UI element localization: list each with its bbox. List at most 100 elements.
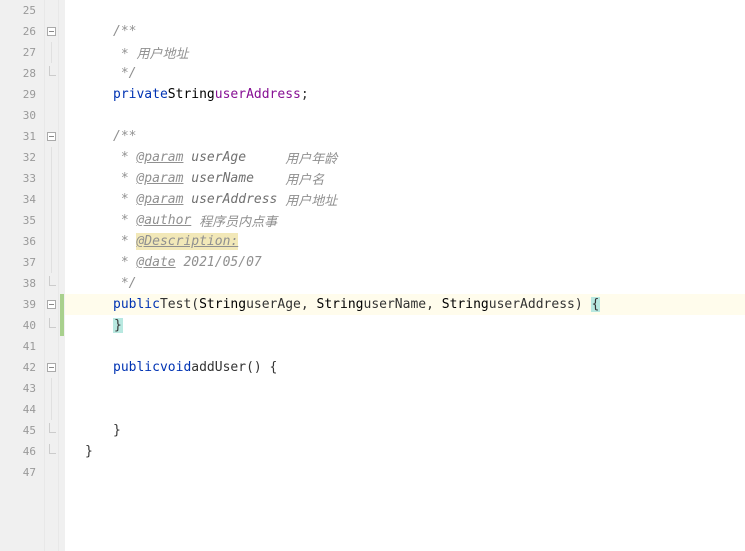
code-line[interactable]: * 用户地址 — [85, 42, 745, 63]
code-line[interactable]: private String userAddress; — [85, 84, 745, 105]
code-line[interactable] — [85, 105, 745, 126]
code-line[interactable] — [85, 336, 745, 357]
method-parens: () { — [246, 360, 277, 375]
line-number[interactable]: 27 — [0, 42, 44, 63]
constructor-name: Test — [160, 297, 191, 312]
brace-close: } — [113, 318, 123, 333]
javadoc-star: * — [113, 255, 136, 270]
line-number[interactable]: 37 — [0, 252, 44, 273]
line-number[interactable]: 47 — [0, 462, 44, 483]
code-line[interactable]: */ — [85, 63, 745, 84]
line-number[interactable]: 31 — [0, 126, 44, 147]
fold-toggle-icon[interactable] — [47, 363, 56, 372]
doc-desc: 2021/05/07 — [176, 255, 262, 270]
javadoc-open: /** — [113, 129, 136, 144]
javadoc-close: */ — [113, 276, 136, 291]
doc-tag-description: @Description: — [136, 233, 238, 250]
fold-toggle-icon[interactable] — [47, 132, 56, 141]
line-number[interactable]: 42 — [0, 357, 44, 378]
fold-toggle-icon[interactable] — [47, 27, 56, 36]
type-string: String — [317, 297, 364, 312]
code-line[interactable] — [85, 0, 745, 21]
line-number[interactable]: 41 — [0, 336, 44, 357]
code-line[interactable] — [85, 378, 745, 399]
code-line[interactable]: * @Description: — [85, 231, 745, 252]
semicolon: ; — [301, 87, 309, 102]
code-line[interactable]: /** — [85, 21, 745, 42]
line-number[interactable]: 34 — [0, 189, 44, 210]
method-name: addUser — [191, 360, 246, 375]
keyword-public: public — [113, 360, 160, 375]
code-editor[interactable]: /** * 用户地址 */ private String userAddress… — [65, 0, 745, 551]
code-line[interactable]: } — [85, 420, 745, 441]
code-line[interactable]: public void addUser() { — [85, 357, 745, 378]
line-number[interactable]: 45 — [0, 420, 44, 441]
javadoc-star: * — [113, 192, 136, 207]
line-number[interactable]: 32 — [0, 147, 44, 168]
line-number[interactable]: 28 — [0, 63, 44, 84]
doc-tag-param: @param — [136, 171, 183, 186]
brace-close: } — [113, 423, 121, 438]
line-number[interactable]: 43 — [0, 378, 44, 399]
type-string: String — [168, 87, 215, 102]
javadoc-close: */ — [113, 66, 136, 81]
keyword-void: void — [160, 360, 191, 375]
code-line[interactable] — [85, 399, 745, 420]
type-string: String — [442, 297, 489, 312]
field-name: userAddress — [215, 87, 301, 102]
code-line[interactable]: */ — [85, 273, 745, 294]
keyword-private: private — [113, 87, 168, 102]
code-line[interactable]: * @author 程序员内点事 — [85, 210, 745, 231]
doc-param-name: userAge — [183, 150, 246, 165]
doc-param-name: userName — [183, 171, 253, 186]
line-number[interactable]: 40 — [0, 315, 44, 336]
line-number[interactable]: 35 — [0, 210, 44, 231]
line-number[interactable]: 46 — [0, 441, 44, 462]
line-number[interactable]: 39 — [0, 294, 44, 315]
line-number[interactable]: 29 — [0, 84, 44, 105]
code-line[interactable]: * @param userName 用户名 — [85, 168, 745, 189]
vcs-change-marker[interactable] — [60, 315, 64, 336]
code-line[interactable]: * @param userAge 用户年龄 — [85, 147, 745, 168]
fold-gutter — [45, 0, 59, 551]
doc-desc: 用户年龄 — [246, 148, 337, 167]
line-number[interactable]: 33 — [0, 168, 44, 189]
keyword-public: public — [113, 297, 160, 312]
line-number-gutter: 25 26 27 28 29 30 31 32 33 34 35 36 37 3… — [0, 0, 45, 551]
javadoc-open: /** — [113, 24, 136, 39]
line-number[interactable]: 38 — [0, 273, 44, 294]
doc-tag-date: @date — [136, 255, 175, 270]
code-line[interactable]: } — [85, 315, 745, 336]
code-line[interactable]: * @param userAddress 用户地址 — [85, 189, 745, 210]
code-line[interactable]: } — [85, 441, 745, 462]
fold-end-icon — [49, 444, 56, 454]
javadoc-star: * — [113, 150, 136, 165]
javadoc-star: * — [113, 234, 136, 249]
code-line[interactable]: * @date 2021/05/07 — [85, 252, 745, 273]
line-number[interactable]: 44 — [0, 399, 44, 420]
doc-tag-param: @param — [136, 150, 183, 165]
fold-end-icon — [49, 423, 56, 433]
param-name: userName — [364, 297, 427, 312]
doc-desc: 程序员内点事 — [191, 211, 277, 230]
doc-param-name: userAddress — [183, 192, 277, 207]
line-number[interactable]: 25 — [0, 0, 44, 21]
fold-end-icon — [49, 318, 56, 328]
javadoc-star: * — [113, 171, 136, 186]
code-line[interactable]: /** — [85, 126, 745, 147]
param-name: userAge — [246, 297, 301, 312]
line-number[interactable]: 30 — [0, 105, 44, 126]
doc-tag-param: @param — [136, 192, 183, 207]
fold-toggle-icon[interactable] — [47, 300, 56, 309]
doc-desc: 用户名 — [254, 169, 324, 188]
fold-end-icon — [49, 66, 56, 76]
line-number[interactable]: 36 — [0, 231, 44, 252]
vcs-change-marker[interactable] — [60, 294, 64, 315]
javadoc-text: * 用户地址 — [113, 43, 188, 62]
brace-open: { — [591, 297, 601, 312]
javadoc-star: * — [113, 213, 136, 228]
line-number[interactable]: 26 — [0, 21, 44, 42]
code-line-current[interactable]: public Test(String userAge, String userN… — [65, 294, 745, 315]
type-string: String — [199, 297, 246, 312]
code-line[interactable] — [85, 462, 745, 483]
